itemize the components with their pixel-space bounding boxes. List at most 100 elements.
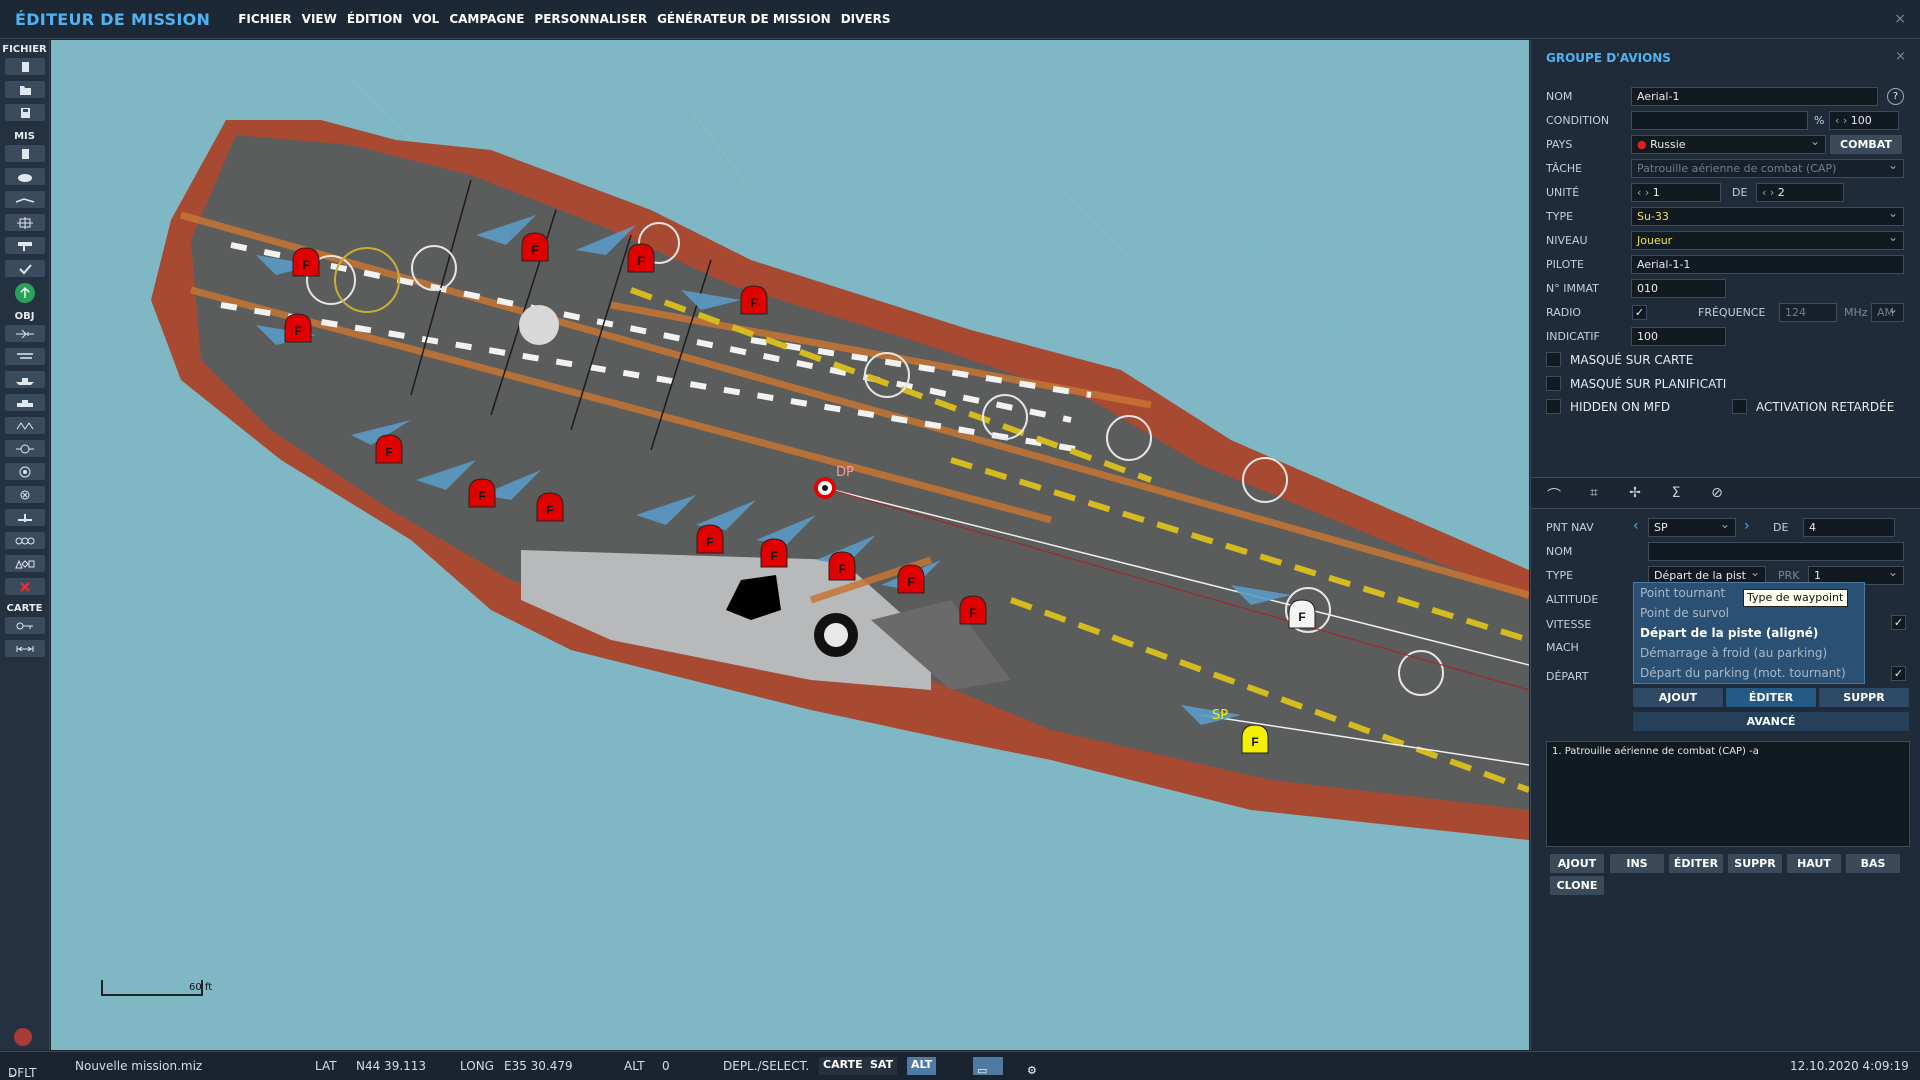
tab-triggered-actions-icon[interactable]: ⌗ [1584,485,1604,503]
add-trigger-button[interactable] [4,440,45,457]
unit-marker-red[interactable]: F [284,313,312,343]
vitesse-checkbox[interactable]: ✓ [1891,615,1906,630]
unit-marker-red[interactable]: F [468,478,496,508]
menu-vol[interactable]: VOL [412,12,439,26]
map-mode-carte-button[interactable]: CARTE [819,1057,867,1075]
condition-value-input[interactable]: ‹ › 100 [1829,111,1899,130]
add-zone-button[interactable] [4,463,45,480]
weather-button[interactable] [4,168,45,185]
add-airfield-button[interactable] [4,509,45,526]
add-group-button[interactable] [4,532,45,549]
menu-view[interactable]: VIEW [302,12,337,26]
layers-button[interactable]: ▭ [973,1057,1003,1077]
add-static-button[interactable] [4,417,45,434]
menu-generateur[interactable]: GÉNÉRATEUR DE MISSION [657,12,831,26]
unit-marker-red[interactable]: F [627,243,655,273]
spin-arrows-icon[interactable]: ‹ › [1637,186,1653,199]
add-ship-button[interactable] [4,371,45,388]
map-view[interactable]: F F F F F F F F F F F F F F F DP SP 60 ft [51,40,1529,1050]
wp-ajout-button[interactable]: AJOUT [1633,688,1723,707]
menu-edition[interactable]: ÉDITION [347,12,403,26]
depart-checkbox[interactable]: ✓ [1891,666,1906,681]
unit-marker-white[interactable]: F [1288,599,1316,629]
task-bas-button[interactable]: BAS [1846,854,1900,873]
tab-payload-icon[interactable]: ✢ [1625,485,1645,503]
unit-marker-red[interactable]: F [521,232,549,262]
niveau-select[interactable]: Joueur [1631,231,1904,250]
task-haut-button[interactable]: HAUT [1787,854,1841,873]
dropdown-option-point-survol[interactable]: Point de survol [1640,606,1729,620]
menu-campagne[interactable]: CAMPAGNE [449,12,524,26]
task-ajout-button[interactable]: AJOUT [1550,854,1604,873]
pilote-input[interactable]: Aerial-1-1 [1631,255,1904,274]
task-clone-button[interactable]: CLONE [1550,876,1604,895]
unit-marker-red[interactable]: F [740,285,768,315]
map-key-button[interactable] [4,617,45,634]
indicatif-input[interactable]: 100 [1631,327,1726,346]
type-select[interactable]: Su-33 [1631,207,1904,226]
add-nav-point-button[interactable] [4,486,45,503]
tab-route-icon[interactable]: ⌒ [1544,485,1564,504]
panel-close-icon[interactable]: × [1895,49,1906,64]
masque-planif-checkbox[interactable] [1546,376,1561,391]
unit-marker-red[interactable]: F [375,434,403,464]
help-icon[interactable]: ? [1887,88,1904,105]
map-mode-alt-button[interactable]: ALT [907,1057,937,1075]
carrier-map-canvas[interactable]: F F F F F F F F F F F F F F F [51,40,1529,1050]
hidden-mfd-checkbox[interactable] [1546,399,1561,414]
radio-checkbox[interactable]: ✓ [1632,305,1647,320]
pays-select[interactable]: ● Russie [1631,135,1826,154]
help-circle-icon[interactable] [14,1028,32,1046]
prev-waypoint-icon[interactable]: ‹ [1633,518,1639,534]
activation-checkbox[interactable] [1732,399,1747,414]
add-shapes-button[interactable] [4,555,45,572]
map-mode-sat-button[interactable]: SAT [866,1057,898,1075]
unit-marker-red[interactable]: F [959,595,987,625]
unit-marker-yellow[interactable]: F [1241,724,1269,754]
menu-personnaliser[interactable]: PERSONNALISER [534,12,647,26]
briefing-button[interactable] [4,145,45,162]
menu-fichier[interactable]: FICHIER [238,12,291,26]
task-editer-button[interactable]: ÉDITER [1669,854,1723,873]
unit-marker-red[interactable]: F [536,492,564,522]
target-zone-button[interactable] [4,214,45,231]
settings-button[interactable]: ⚙ [1023,1057,1043,1077]
dropdown-option-demarrage-froid[interactable]: Démarrage à froid (au parking) [1640,646,1827,660]
unite-total-stepper[interactable]: ‹ › 2 [1756,183,1844,202]
immat-input[interactable]: 010 [1631,279,1726,298]
dropdown-option-depart-parking[interactable]: Départ du parking (mot. tournant) [1640,666,1846,680]
dropdown-option-depart-piste[interactable]: Départ de la piste (aligné) [1640,626,1818,640]
new-file-button[interactable] [4,58,45,75]
task-list-item[interactable]: 1. Patrouille aérienne de combat (CAP) -… [1547,742,1909,761]
delete-button[interactable] [4,578,45,595]
menu-divers[interactable]: DIVERS [841,12,891,26]
condition-slider[interactable] [1631,111,1808,130]
task-suppr-button[interactable]: SUPPR [1728,854,1782,873]
next-waypoint-icon[interactable]: › [1744,518,1750,534]
unit-marker-red[interactable]: F [696,524,724,554]
unite-stepper[interactable]: ‹ › 1 [1631,183,1721,202]
ruler-button[interactable] [4,640,45,657]
route-button[interactable] [4,191,45,208]
modulation-select[interactable]: AM [1871,303,1904,322]
masque-carte-checkbox[interactable] [1546,352,1561,367]
check-button[interactable] [4,260,45,277]
add-helicopter-button[interactable] [4,348,45,365]
combat-button[interactable]: COMBAT [1830,135,1902,154]
open-file-button[interactable] [4,81,45,98]
flag-button[interactable] [4,237,45,254]
save-file-button[interactable] [4,104,45,121]
unit-marker-red[interactable]: F [760,538,788,568]
wp-suppr-button[interactable]: SUPPR [1819,688,1909,707]
frequence-input[interactable]: 124 [1779,303,1837,322]
add-unit-icon[interactable] [14,283,35,303]
wp-nom-input[interactable] [1648,542,1904,561]
add-plane-button[interactable] [4,325,45,342]
task-ins-button[interactable]: INS [1610,854,1664,873]
unit-marker-red[interactable]: F [828,551,856,581]
wp-editer-button[interactable]: ÉDITER [1726,688,1816,707]
nom-input[interactable]: Aerial-1 [1631,87,1878,106]
tache-select[interactable]: Patrouille aérienne de combat (CAP) [1631,159,1904,178]
tab-summary-icon[interactable]: Σ [1666,485,1686,503]
unit-marker-red[interactable]: F [897,564,925,594]
